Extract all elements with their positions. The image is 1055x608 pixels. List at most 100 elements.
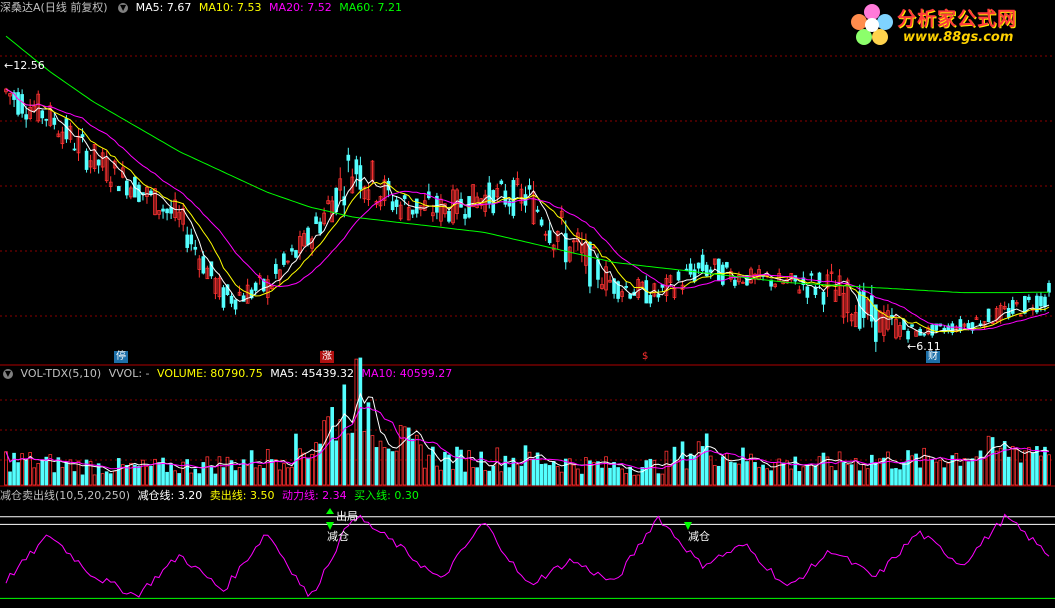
volume-bar <box>680 441 685 486</box>
volume-bar <box>563 458 568 486</box>
volume-bar <box>616 467 620 486</box>
candle-body <box>499 180 504 185</box>
candle-body <box>535 209 540 212</box>
indicator-title: 减仓卖出线(10,5,20,250) <box>0 489 131 502</box>
candle-body <box>282 253 286 265</box>
event-marker-ting[interactable]: 停 <box>114 351 128 363</box>
volume-bar <box>40 459 45 486</box>
volume-bar <box>801 466 806 486</box>
volume-bar <box>44 456 49 486</box>
chuju-label: 出局 <box>336 510 358 523</box>
volume-bar <box>898 469 902 486</box>
volume-bar <box>112 470 117 486</box>
volume-bar <box>249 450 254 486</box>
volume-bar <box>753 462 757 486</box>
volume-bar <box>890 468 894 486</box>
volume-bar <box>668 464 673 486</box>
candle-body <box>402 195 407 200</box>
candle-body <box>161 208 165 212</box>
volume-bar <box>817 456 822 486</box>
candle-body <box>906 330 910 340</box>
volume-bar <box>837 451 842 486</box>
volume-bar <box>555 466 560 486</box>
volume-bar <box>92 474 97 486</box>
settings-icon[interactable]: ▼ <box>118 3 129 13</box>
chart-canvas[interactable] <box>0 0 1055 608</box>
jiancang-label-2: 减仓 <box>688 530 710 543</box>
event-marker-zhang[interactable]: 涨 <box>320 351 334 363</box>
candle-body <box>696 262 701 269</box>
volume-bar <box>511 457 516 486</box>
volume-bar <box>443 451 447 486</box>
candle-body <box>193 246 198 250</box>
dongli-readout: 动力线: 2.34 <box>281 489 347 502</box>
candle-body <box>725 262 729 268</box>
candle-body <box>24 114 28 120</box>
candle-body <box>274 264 278 274</box>
candle-body <box>1006 307 1011 318</box>
volume-bar <box>253 467 258 486</box>
volume-bar <box>362 430 367 486</box>
candle-body <box>346 154 351 161</box>
main-panel-header: 深桑达A(日线 前复权) ▼ MA5: 7.67 MA10: 7.53 MA20… <box>0 0 406 16</box>
volume-bar <box>173 470 177 486</box>
candle-body <box>290 248 294 252</box>
volume-bar <box>809 464 814 486</box>
candle-body <box>958 319 963 331</box>
candle-body <box>1047 282 1051 293</box>
settings-icon[interactable]: ▼ <box>3 369 13 379</box>
event-marker-dollar[interactable]: $ <box>640 351 650 363</box>
volume-bar <box>451 468 455 486</box>
vol-title: VOL-TDX(5,10) <box>20 367 102 380</box>
main-title: 深桑达A(日线 前复权) <box>0 1 108 14</box>
volume-bar <box>108 473 113 486</box>
volume-bar <box>382 447 387 486</box>
volume-bar <box>209 465 214 486</box>
volume-bar <box>849 464 854 486</box>
volume-bar <box>869 454 874 486</box>
volume-bar <box>845 464 850 486</box>
candle-body <box>910 324 914 327</box>
volume-bar <box>825 456 830 486</box>
volume-bar <box>1006 456 1011 486</box>
candle-body <box>64 118 69 140</box>
volume-bar <box>551 461 556 486</box>
volume-bar <box>797 471 802 486</box>
volume-bar <box>978 450 983 486</box>
volume-bar <box>934 461 939 486</box>
volume-bar <box>1014 449 1019 486</box>
volume-bar <box>286 467 290 486</box>
volume-bar <box>56 457 61 486</box>
candle-body <box>314 216 318 225</box>
volume-bar <box>435 465 439 486</box>
logo-text-cn: 分析家公式网 <box>897 8 1018 30</box>
volume-bar <box>986 435 991 486</box>
volume-bar <box>374 447 379 486</box>
volume-bar <box>761 464 765 486</box>
volume-bar <box>64 461 69 486</box>
volume-bar <box>938 459 943 486</box>
volume-bar <box>793 456 798 486</box>
volume-bar <box>853 458 858 486</box>
candle-body <box>874 304 878 342</box>
volume-bar <box>129 462 133 486</box>
candle-body <box>201 256 206 274</box>
volume-bar <box>648 458 653 486</box>
ma60-readout: MA60: 7.21 <box>339 1 402 14</box>
vol-ma10-readout: MA10: 40599.27 <box>361 367 453 380</box>
volume-bar <box>672 446 677 486</box>
candle-body <box>229 295 234 304</box>
volume-bar <box>503 455 508 486</box>
volume-bar <box>841 462 846 486</box>
volume-bar <box>338 419 343 486</box>
candle-body <box>233 299 238 310</box>
volume-bar <box>290 466 294 486</box>
volume-bar <box>906 450 910 486</box>
volume-bar <box>918 467 922 486</box>
candle-body <box>700 254 705 272</box>
volume-bar <box>523 445 528 486</box>
volume-bar <box>620 468 624 486</box>
volume-bar <box>52 472 57 486</box>
event-marker-cai[interactable]: 财 <box>926 351 940 363</box>
volume-bar <box>274 459 278 486</box>
